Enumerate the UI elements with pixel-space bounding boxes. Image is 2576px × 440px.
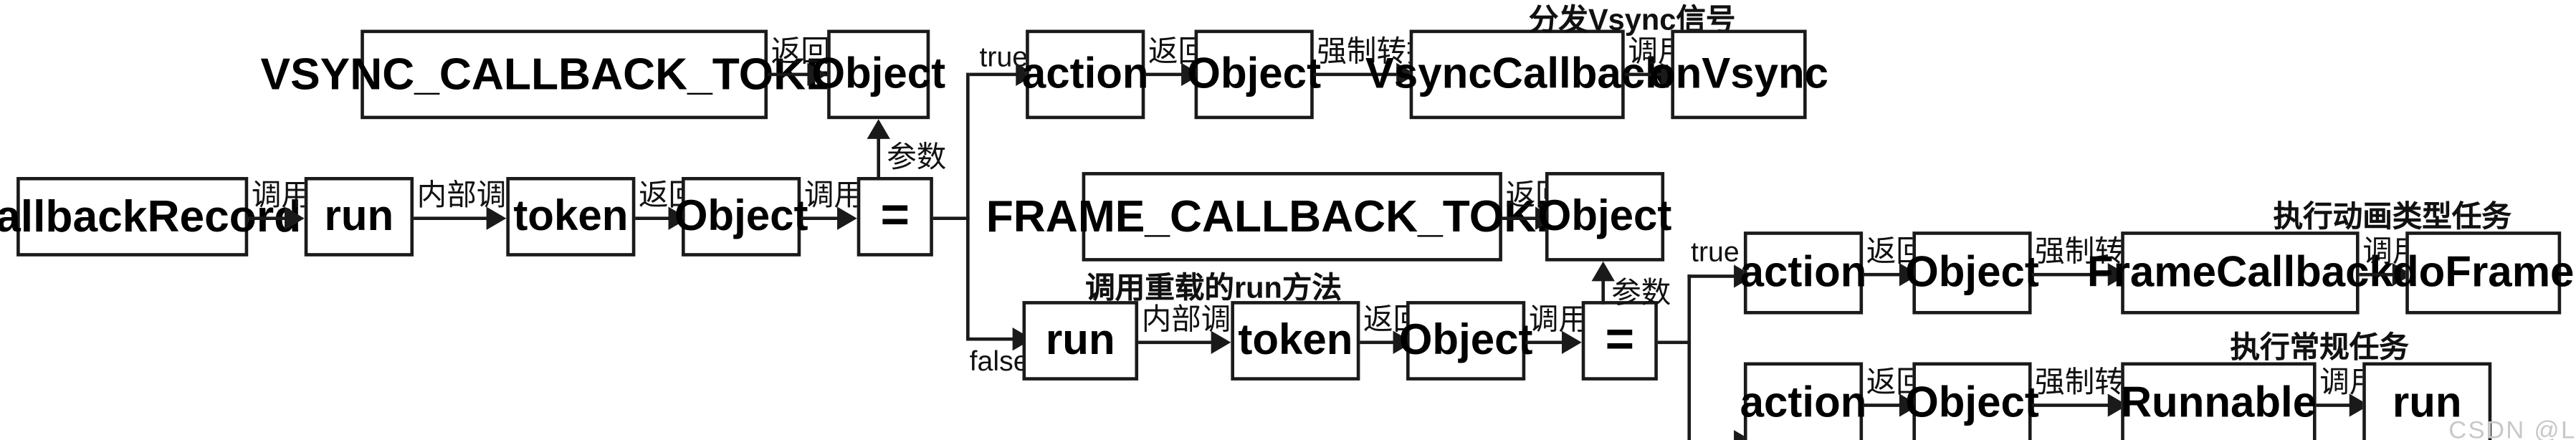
edge-label-run-animation-task: 执行动画类型任务 bbox=[2273, 200, 2511, 234]
edge-label-true-2: true bbox=[1691, 236, 1740, 268]
edge-label-call-1: 调用 bbox=[251, 178, 311, 212]
node-object-mid: Object bbox=[1538, 172, 1671, 262]
node-do-frame: doFrame bbox=[2393, 231, 2574, 315]
node-callback-record: CallbackRecord bbox=[0, 176, 301, 257]
watermark: CSDN @LeeDuo. bbox=[2448, 416, 2576, 440]
node-runnable: Runnable bbox=[2121, 362, 2317, 440]
node-object-2: Object bbox=[1399, 301, 1533, 381]
node-action-runnable: action bbox=[1740, 362, 1866, 440]
edge-label-call-2: 调用 bbox=[803, 178, 864, 212]
edge-line-eq1-bus-vertical bbox=[966, 72, 970, 341]
node-on-vsync: onVsync bbox=[1649, 29, 1828, 120]
node-object-runnable: Object bbox=[1905, 362, 2039, 440]
flowchart-scale-wrapper: VSYNC_CALLBACK_TOKEN 返回 Object true acti… bbox=[0, 0, 2576, 440]
edge-line-eq2-param-up bbox=[1601, 277, 1606, 305]
node-token-2: token bbox=[1231, 301, 1360, 381]
node-vsync-callback: VsyncCallback bbox=[1365, 29, 1669, 120]
node-object-top: Object bbox=[811, 29, 945, 120]
node-object-1: Object bbox=[674, 176, 808, 257]
node-object-frame: Object bbox=[1905, 231, 2039, 315]
node-run-2: run bbox=[1022, 301, 1139, 381]
arrow-eq1-param-up bbox=[867, 119, 890, 139]
flowchart-canvas: VSYNC_CALLBACK_TOKEN 返回 Object true acti… bbox=[0, 0, 2576, 440]
edge-label-call-overloaded-run: 调用重载的run方法 bbox=[1085, 271, 1342, 305]
node-object-top2: Object bbox=[1187, 29, 1321, 120]
edge-line-true1-to-action bbox=[969, 72, 1023, 77]
node-action-frame: action bbox=[1740, 231, 1866, 315]
edge-label-call-3: 调用 bbox=[1528, 302, 1588, 336]
edge-line-eq2-bus-vertical bbox=[1687, 274, 1692, 440]
edge-label-false-1: false bbox=[969, 345, 1029, 378]
node-run-1: run bbox=[304, 176, 414, 257]
node-vsync-callback-token: VSYNC_CALLBACK_TOKEN bbox=[261, 29, 868, 120]
edge-line-eq1-false-leg bbox=[966, 337, 1019, 341]
node-token-1: token bbox=[506, 176, 636, 257]
edge-label-param-1: 参数 bbox=[887, 140, 947, 174]
edge-line-eq2-bus-out bbox=[1657, 340, 1692, 345]
edge-line-eq1-bus-out bbox=[932, 216, 970, 220]
node-action-top: action bbox=[1022, 29, 1149, 120]
edge-line-vsync-token-to-object bbox=[768, 72, 811, 77]
node-eq-2: = bbox=[1581, 301, 1658, 381]
edge-label-param-2: 参数 bbox=[1611, 276, 1671, 310]
edge-line-eq1-param-up bbox=[877, 135, 880, 179]
edge-line-eq2-true-leg bbox=[1687, 274, 1741, 278]
node-frame-callback-token: FRAME_CALLBACK_TOKEN bbox=[986, 172, 1598, 262]
node-eq-1: = bbox=[857, 176, 933, 257]
edge-label-run-normal-task: 执行常规任务 bbox=[2230, 330, 2409, 364]
node-frame-callback: FrameCallback bbox=[2087, 231, 2393, 315]
